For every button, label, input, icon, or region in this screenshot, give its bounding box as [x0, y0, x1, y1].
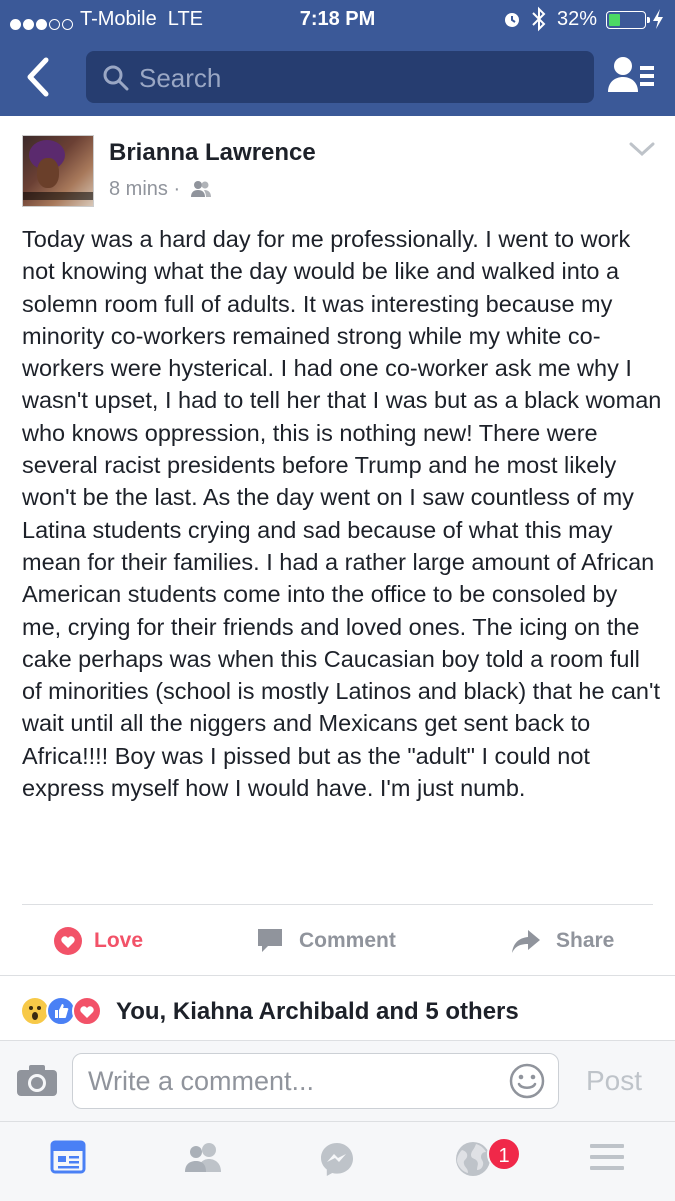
post-text: Today was a hard day for me professional… — [22, 226, 662, 802]
author-avatar[interactable] — [22, 135, 94, 207]
smiley-icon — [509, 1063, 545, 1099]
back-arrow-icon — [27, 57, 49, 97]
back-button[interactable] — [22, 54, 58, 100]
comment-placeholder: Write a comment... — [88, 1066, 315, 1096]
share-icon — [512, 930, 540, 953]
menu-icon — [590, 1144, 624, 1170]
search-input[interactable]: Search — [86, 51, 594, 103]
status-bar: T-Mobile LTE 7:18 PM 32% — [0, 0, 675, 40]
messenger-icon — [321, 1143, 353, 1176]
charging-icon — [652, 8, 664, 35]
sticker-button[interactable] — [508, 1062, 546, 1105]
friend-requests-icon — [608, 57, 654, 92]
love-reaction-small-icon — [72, 996, 102, 1026]
post-meta: 8 mins · — [109, 178, 212, 201]
camera-button[interactable] — [16, 1063, 58, 1102]
battery-percent: 32% — [557, 8, 598, 30]
post-options-chevron-icon[interactable] — [628, 140, 656, 163]
news-feed-icon — [50, 1140, 86, 1174]
notification-badge: 1 — [487, 1137, 521, 1171]
share-button[interactable]: Share — [510, 924, 630, 960]
actions-top-divider — [22, 904, 653, 905]
tab-notifications[interactable] — [454, 1140, 492, 1183]
friends-icon — [190, 181, 211, 197]
post-time[interactable]: 8 mins — [109, 178, 168, 200]
post-comment-button[interactable]: Post — [586, 1065, 642, 1097]
comment-label: Comment — [299, 929, 396, 952]
actions-bottom-divider — [0, 975, 675, 976]
friends-tab-icon — [185, 1143, 221, 1172]
comment-button[interactable]: Comment — [256, 924, 416, 960]
bluetooth-icon — [530, 6, 548, 38]
tab-menu[interactable] — [588, 1140, 626, 1179]
meta-separator: · — [173, 178, 181, 200]
camera-icon — [17, 1065, 57, 1096]
battery-icon — [606, 11, 650, 29]
love-label: Love — [94, 929, 144, 952]
friend-requests-button[interactable] — [606, 54, 658, 98]
share-label: Share — [556, 929, 615, 952]
search-placeholder: Search — [139, 63, 222, 93]
tab-messenger[interactable] — [318, 1140, 356, 1183]
comment-icon — [258, 929, 282, 952]
love-reaction-icon — [54, 927, 82, 955]
reactions-summary-text[interactable]: You, Kiahna Archibald and 5 others — [116, 998, 519, 1026]
author-name[interactable]: Brianna Lawrence — [109, 139, 316, 167]
top-bar: T-Mobile LTE 7:18 PM 32% Search — [0, 0, 675, 116]
search-icon — [103, 65, 129, 91]
tab-news-feed[interactable] — [50, 1140, 86, 1179]
tab-friends[interactable] — [182, 1140, 224, 1179]
love-button[interactable]: Love — [53, 924, 203, 960]
comment-input[interactable]: Write a comment... — [72, 1053, 559, 1109]
globe-icon — [456, 1142, 490, 1176]
alarm-icon — [502, 9, 522, 35]
